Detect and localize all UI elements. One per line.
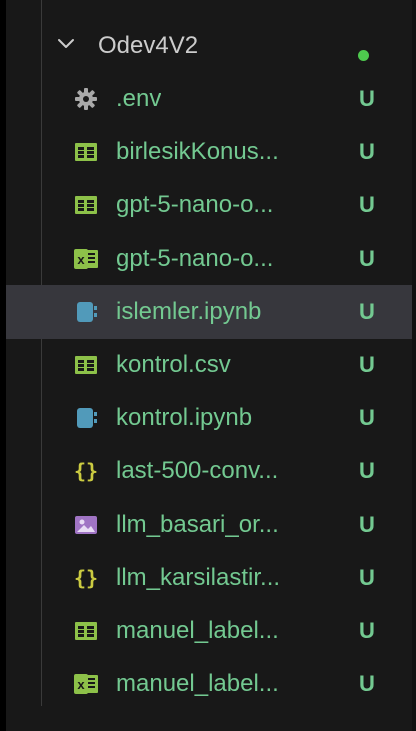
git-status-badge: U <box>359 405 375 431</box>
excel-icon: x <box>72 670 100 698</box>
file-row[interactable]: kontrol.csv U <box>6 338 412 392</box>
table-icon <box>72 138 100 166</box>
file-row[interactable]: llm_basari_or... U <box>6 498 412 552</box>
file-name: kontrol.csv <box>116 351 231 378</box>
file-row[interactable]: .env U <box>6 72 412 126</box>
file-row[interactable]: gpt-5-nano-o... U <box>6 178 412 232</box>
svg-text:x: x <box>77 252 85 267</box>
file-row[interactable]: manuel_label... U <box>6 604 412 658</box>
json-icon: {} <box>72 564 100 592</box>
git-status-badge: U <box>359 564 375 590</box>
file-name: kontrol.ipynb <box>116 404 253 432</box>
file-name: birlesikKonus... <box>116 138 279 166</box>
file-name: last-500-conv... <box>116 457 279 485</box>
file-row[interactable]: islemler.ipynb U <box>6 284 412 339</box>
table-icon <box>72 351 100 379</box>
file-name: manuel_label... <box>116 617 279 644</box>
scrollbar-track[interactable] <box>412 0 416 731</box>
gear-icon <box>72 85 100 113</box>
git-status-badge: U <box>359 511 375 537</box>
table-icon <box>72 191 100 219</box>
git-status-badge: U <box>359 192 375 218</box>
svg-text:{}: {} <box>74 459 98 483</box>
file-row[interactable]: kontrol.ipynb U <box>6 391 412 445</box>
file-name: llm_karsilastir... <box>116 563 281 591</box>
folder-status-dot <box>358 50 369 61</box>
file-name: llm_basari_or... <box>116 510 279 538</box>
git-status-badge: U <box>359 352 375 377</box>
chevron-down-icon[interactable] <box>56 18 76 72</box>
git-status-badge: U <box>359 298 375 324</box>
panel-bottom <box>6 706 416 731</box>
git-status-badge: U <box>359 618 375 643</box>
git-status-badge: U <box>359 458 375 484</box>
file-name: .env <box>116 85 162 112</box>
excel-icon: x <box>72 245 100 273</box>
git-status-badge: U <box>359 245 375 271</box>
image-icon <box>72 511 100 539</box>
git-status-badge: U <box>359 139 375 165</box>
file-name: islemler.ipynb <box>116 297 262 325</box>
git-status-badge: U <box>359 86 375 111</box>
file-name: gpt-5-nano-o... <box>116 191 274 219</box>
notebook-icon <box>72 404 100 432</box>
file-row[interactable]: x manuel_label... U <box>6 657 412 711</box>
explorer-panel: Odev4V2 .env UbirlesikKonus... Ugpt-5-nano… <box>6 0 416 731</box>
file-row[interactable]: birlesikKonus... U <box>6 125 412 179</box>
notebook-icon <box>72 298 100 326</box>
file-row[interactable]: x gpt-5-nano-o... U <box>6 232 412 286</box>
table-icon <box>72 617 100 645</box>
svg-text:x: x <box>77 677 85 692</box>
folder-row-odev4v2[interactable]: Odev4V2 <box>6 18 412 72</box>
json-icon: {} <box>72 457 100 485</box>
folder-name: Odev4V2 <box>98 32 199 59</box>
file-row[interactable]: {} llm_karsilastir... U <box>6 551 412 605</box>
git-status-badge: U <box>359 671 375 697</box>
file-name: manuel_label... <box>116 670 279 698</box>
svg-text:{}: {} <box>74 566 98 590</box>
file-row[interactable]: {} last-500-conv... U <box>6 444 412 498</box>
file-name: gpt-5-nano-o... <box>116 244 274 272</box>
